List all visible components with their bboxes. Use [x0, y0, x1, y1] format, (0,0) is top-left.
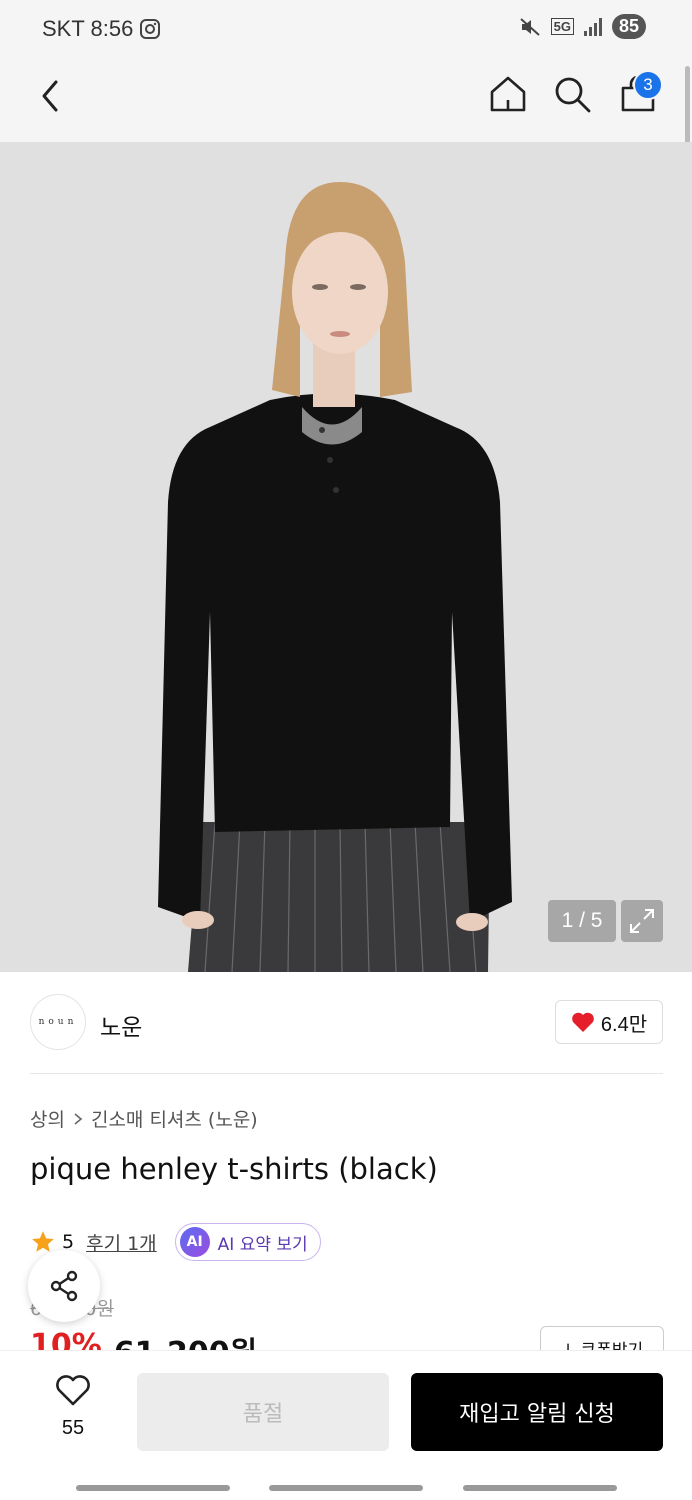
mute-icon	[519, 17, 540, 36]
status-right: 5G 85	[519, 14, 646, 39]
system-nav-back[interactable]	[463, 1485, 617, 1491]
ai-badge: AI	[179, 1227, 210, 1257]
ai-summary-label: AI 요약 보기	[217, 1234, 308, 1255]
search-icon	[555, 77, 591, 113]
image-counter: 1 / 5	[548, 900, 616, 942]
system-nav-home[interactable]	[269, 1485, 423, 1491]
product-image[interactable]	[0, 142, 692, 972]
brand-name[interactable]: 노운	[100, 1008, 142, 1042]
brand-like-count: 6.4만	[600, 1013, 648, 1036]
network-type: 5G	[550, 18, 574, 35]
divider	[30, 1073, 663, 1074]
instagram-icon	[140, 19, 161, 39]
review-link[interactable]: 후기 1개	[86, 1229, 157, 1256]
breadcrumb-category[interactable]: 상의	[30, 1105, 65, 1132]
home-icon	[490, 76, 526, 112]
carrier-time: SKT 8:56	[42, 16, 134, 41]
product-photo	[0, 142, 692, 972]
cart-count-badge: 3	[633, 70, 663, 100]
status-left: SKT 8:56	[42, 16, 161, 42]
wishlist-button[interactable]: 55	[38, 1375, 108, 1451]
brand-logo-text: noun	[38, 1017, 78, 1027]
system-nav-recents[interactable]	[76, 1485, 230, 1491]
soldout-button[interactable]: 품절	[137, 1373, 389, 1451]
share-button[interactable]	[28, 1250, 100, 1322]
restock-alert-button[interactable]: 재입고 알림 신청	[411, 1373, 663, 1451]
battery-indicator: 85	[611, 14, 646, 39]
ai-summary-button[interactable]: AI AI 요약 보기	[174, 1223, 321, 1261]
back-button[interactable]	[36, 78, 66, 114]
bottom-action-bar: 55 품절 재입고 알림 신청	[0, 1350, 692, 1500]
heart-filled-icon	[572, 1012, 594, 1032]
expand-icon	[630, 909, 654, 933]
breadcrumb: 상의 긴소매 티셔츠 (노운)	[30, 1105, 258, 1132]
top-nav	[0, 62, 692, 142]
brand-logo[interactable]: noun	[30, 994, 86, 1050]
breadcrumb-subcategory[interactable]: 긴소매 티셔츠 (노운)	[91, 1105, 258, 1132]
wishlist-count: 55	[61, 1417, 85, 1439]
product-title: pique henley t-shirts (black)	[30, 1152, 438, 1186]
heart-outline-icon	[56, 1375, 90, 1406]
expand-image-button[interactable]	[621, 900, 663, 942]
share-icon	[50, 1270, 78, 1302]
chevron-left-icon	[42, 80, 58, 112]
brand-like-button[interactable]: 6.4만	[555, 1000, 663, 1044]
signal-icon	[583, 17, 602, 36]
brand-row: noun 노운 6.4만	[0, 972, 692, 1074]
home-button[interactable]	[488, 74, 528, 114]
status-bar: SKT 8:56 5G 85	[0, 0, 692, 62]
chevron-right-icon	[74, 1112, 83, 1125]
search-button[interactable]	[552, 74, 592, 114]
